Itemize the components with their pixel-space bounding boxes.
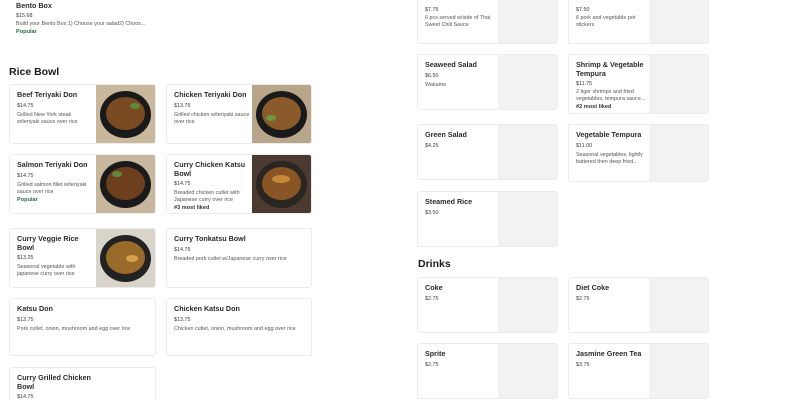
menu-item-sprite[interactable]: Sprite $2.75 xyxy=(417,343,558,399)
item-price: $14.75 xyxy=(17,394,34,400)
item-price: $3.75 xyxy=(576,361,590,368)
item-price: $14.75 xyxy=(174,246,191,253)
item-name: Steamed Rice xyxy=(425,197,473,206)
menu-item-appetizer[interactable]: $7.75 6 pcs served w/side of Thai Sweet … xyxy=(417,0,558,44)
item-image-placeholder xyxy=(498,344,557,398)
item-price: $11.00 xyxy=(576,142,593,149)
menu-item-curry-chicken-katsu-bowl[interactable]: Curry Chicken Katsu Bowl $14.75 Breaded … xyxy=(166,154,312,214)
item-price: $6.50 xyxy=(425,72,439,79)
item-image-placeholder xyxy=(498,125,557,179)
item-price: $15.68 xyxy=(16,12,33,19)
item-name: Sprite xyxy=(425,349,446,358)
item-price: $14.75 xyxy=(174,181,191,187)
item-price: $7.75 xyxy=(425,7,439,13)
item-name: Seaweed Salad xyxy=(425,60,477,69)
item-name: Coke xyxy=(425,283,443,292)
item-price: $7.50 xyxy=(576,7,590,13)
item-price: $2.75 xyxy=(425,295,439,302)
item-description: Build your Bento Box:1) Choose your sala… xyxy=(16,20,146,27)
item-image-placeholder xyxy=(498,192,557,246)
item-price: $14.75 xyxy=(17,102,34,109)
popular-badge: Popular xyxy=(16,28,37,35)
menu-item-chicken-teriyaki-don[interactable]: Chicken Teriyaki Don $13.75 Grilled chic… xyxy=(166,84,312,144)
item-description: Grilled New York steak w/teriyaki sauce … xyxy=(17,111,78,125)
menu-item-salmon-teriyaki-don[interactable]: Salmon Teriyaki Don $14.75 Grilled salmo… xyxy=(9,154,156,214)
item-price: $2.75 xyxy=(576,295,590,302)
menu-item-steamed-rice[interactable]: Steamed Rice $3.50 xyxy=(417,191,558,247)
item-image-placeholder xyxy=(498,0,557,43)
item-name: Vegetable Tempura xyxy=(576,130,642,139)
item-name: Salmon Teriyaki Don xyxy=(17,160,88,169)
item-price: $13.75 xyxy=(17,316,34,323)
curry-chicken-katsu-image xyxy=(252,155,311,213)
item-name: Curry Chicken Katsu Bowl xyxy=(174,160,246,178)
item-description: Wakame xyxy=(425,81,447,88)
most-liked-badge: #3 most liked xyxy=(174,205,210,212)
item-price: $14.75 xyxy=(17,172,34,179)
menu-item-vegetable-tempura[interactable]: Vegetable Tempura $11.00 Seasonal vegeta… xyxy=(568,124,709,182)
item-description: Grilled chicken w/teriyaki sauce over ri… xyxy=(174,111,250,125)
menu-item-katsu-don[interactable]: Katsu Don $13.75 Pork cutlet, onion, mus… xyxy=(9,298,156,356)
item-name: Beef Teriyaki Don xyxy=(17,90,78,99)
item-price: $2.75 xyxy=(425,361,439,368)
chicken-teriyaki-image xyxy=(252,85,311,143)
item-description: 2 tiger shrimps and fried vegetables, te… xyxy=(576,89,646,103)
curry-veggie-image xyxy=(96,229,155,287)
item-name: Green Salad xyxy=(425,130,467,139)
item-description: Seasonal vegetable with japanese curry o… xyxy=(17,264,76,278)
menu-item-curry-grilled-chicken-bowl[interactable]: Curry Grilled Chicken Bowl $14.75 xyxy=(9,367,156,400)
salmon-teriyaki-image xyxy=(96,155,155,213)
item-description: Grilled salmon fillet w/teriyaki sauce o… xyxy=(17,181,87,195)
item-price: $11.75 xyxy=(576,81,593,87)
menu-item-bento-box[interactable]: Bento Box $15.68 Build your Bento Box:1)… xyxy=(8,0,155,48)
item-description: Breaded chicken cutlet with Japanese cur… xyxy=(174,190,240,204)
item-description: Breaded pork cutlet w/Japanese curry ove… xyxy=(174,255,287,262)
item-image-placeholder xyxy=(649,278,708,332)
menu-item-curry-tonkatsu-bowl[interactable]: Curry Tonkatsu Bowl $14.75 Breaded pork … xyxy=(166,228,312,288)
section-title-rice-bowl: Rice Bowl xyxy=(9,66,60,78)
item-name: Jasmine Green Tea xyxy=(576,349,642,358)
item-name: Chicken Teriyaki Don xyxy=(174,90,247,99)
item-description: Pork cutlet, onion, mushroom and egg ove… xyxy=(17,325,131,332)
menu-item-green-salad[interactable]: Green Salad $4.25 xyxy=(417,124,558,180)
beef-teriyaki-image xyxy=(96,85,155,143)
menu-item-diet-coke[interactable]: Diet Coke $2.75 xyxy=(568,277,709,333)
item-name: Chicken Katsu Don xyxy=(174,304,240,313)
menu-item-shrimp-vegetable-tempura[interactable]: Shrimp & Vegetable Tempura $11.75 2 tige… xyxy=(568,54,709,114)
menu-item-pot-stickers[interactable]: $7.50 6 pork and vegetable pot stickers xyxy=(568,0,709,44)
menu-item-chicken-katsu-don[interactable]: Chicken Katsu Don $13.75 Chicken cutlet,… xyxy=(166,298,312,356)
item-image-placeholder xyxy=(649,125,708,181)
most-liked-badge: #2 most liked xyxy=(576,104,612,111)
item-price: $13.75 xyxy=(174,102,191,109)
item-image-placeholder xyxy=(649,55,708,113)
item-description: Chicken cutlet, onion, mushroom and egg … xyxy=(174,325,296,332)
item-price: $13.75 xyxy=(174,316,191,323)
item-name: Shrimp & Vegetable Tempura xyxy=(576,60,644,78)
menu-item-curry-veggie-rice-bowl[interactable]: Curry Veggie Rice Bowl $13.25 Seasonal v… xyxy=(9,228,156,288)
item-image-placeholder xyxy=(649,0,708,43)
item-name: Curry Veggie Rice Bowl xyxy=(17,234,79,252)
item-image-placeholder xyxy=(498,278,557,332)
item-price: $13.25 xyxy=(17,255,34,261)
item-description: 6 pork and vegetable pot stickers xyxy=(576,15,636,29)
item-name: Bento Box xyxy=(16,1,52,10)
item-description: Seasonal vegetables, lightly battered th… xyxy=(576,151,643,165)
item-price: $3.50 xyxy=(425,209,439,216)
popular-badge: Popular xyxy=(17,196,38,203)
item-name: Katsu Don xyxy=(17,304,53,313)
section-title-drinks: Drinks xyxy=(418,258,451,270)
menu-item-jasmine-green-tea[interactable]: Jasmine Green Tea $3.75 xyxy=(568,343,709,399)
item-name: Curry Tonkatsu Bowl xyxy=(174,234,246,243)
item-name: Curry Grilled Chicken Bowl xyxy=(17,373,91,391)
item-description: 6 pcs served w/side of Thai Sweet Chili … xyxy=(425,15,491,29)
item-name: Diet Coke xyxy=(576,283,610,292)
item-image-placeholder xyxy=(649,344,708,398)
item-price: $4.25 xyxy=(425,142,439,149)
item-image-placeholder xyxy=(498,55,557,109)
menu-item-coke[interactable]: Coke $2.75 xyxy=(417,277,558,333)
menu-item-beef-teriyaki-don[interactable]: Beef Teriyaki Don $14.75 Grilled New Yor… xyxy=(9,84,156,144)
menu-item-seaweed-salad[interactable]: Seaweed Salad $6.50 Wakame xyxy=(417,54,558,110)
